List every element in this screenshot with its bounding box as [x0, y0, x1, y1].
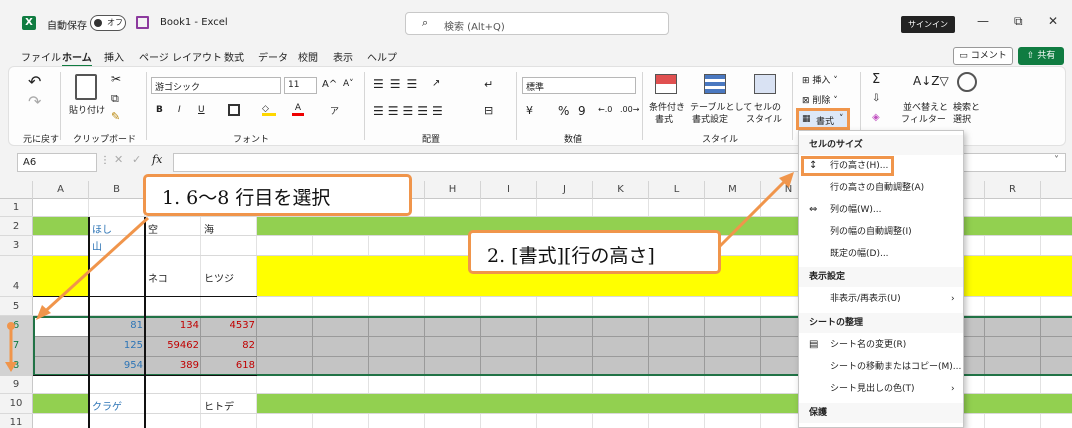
menu-item-autofit-column[interactable]: 列の幅の自動調整(I)	[799, 221, 963, 243]
rename-sheet-icon: ▤	[809, 339, 819, 350]
menu-header-cell-size: セルのサイズ	[799, 135, 963, 155]
menu-header-protection: 保護	[799, 403, 963, 423]
menu-item-tab-color[interactable]: シート見出しの色(T) ›	[799, 378, 963, 400]
menu-item-row-height[interactable]: ↕ 行の高さ(H)...	[799, 155, 963, 177]
menu-header-visibility: 表示設定	[799, 267, 963, 287]
chevron-right-icon: ›	[951, 294, 955, 304]
menu-item-default-width[interactable]: 既定の幅(D)...	[799, 243, 963, 265]
row-height-icon: ↕	[809, 160, 818, 171]
menu-header-organize-sheets: シートの整理	[799, 313, 963, 333]
step2-callout: 2. [書式][行の高さ]	[468, 230, 721, 274]
menu-item-column-width[interactable]: ⇔ 列の幅(W)...	[799, 199, 963, 221]
menu-item-autofit-row[interactable]: 行の高さの自動調整(A)	[799, 177, 963, 199]
menu-item-move-copy[interactable]: シートの移動またはコピー(M)...	[799, 356, 963, 378]
chevron-right-icon: ›	[951, 384, 955, 394]
menu-item-rename-sheet[interactable]: ▤ シート名の変更(R)	[799, 334, 963, 356]
column-width-icon: ⇔	[809, 204, 818, 215]
step1-callout: 1. 6～8 行目を選択	[143, 174, 412, 216]
menu-item-hide-unhide[interactable]: 非表示/再表示(U) ›	[799, 288, 963, 310]
format-dropdown-menu: セルのサイズ ↕ 行の高さ(H)... 行の高さの自動調整(A) ⇔ 列の幅(W…	[798, 130, 964, 428]
